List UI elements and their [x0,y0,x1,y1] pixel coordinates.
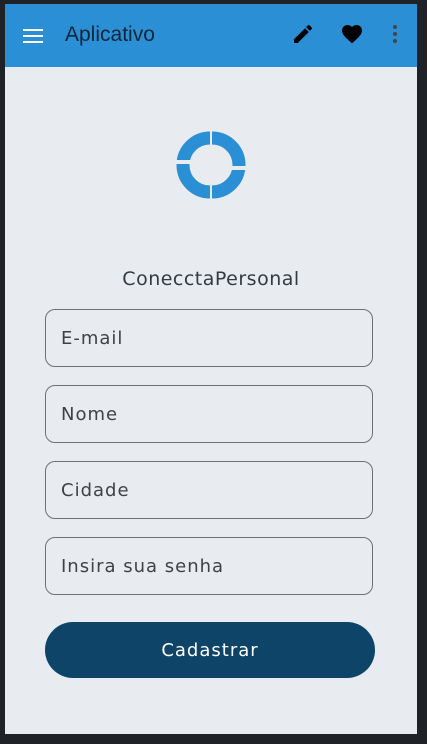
name-field[interactable] [46,386,372,442]
hamburger-menu-icon[interactable] [21,24,45,48]
window-border-bottom [0,734,427,744]
password-field-container [45,537,373,595]
app-title: Aplicativo [65,23,155,46]
city-field[interactable] [46,462,372,518]
register-button[interactable]: Cadastrar [45,622,375,678]
linked-c-logo [166,131,256,199]
password-field[interactable] [46,538,372,594]
email-field[interactable] [46,310,372,366]
window-border-right [417,0,427,744]
edit-pencil-icon[interactable] [291,22,315,48]
more-vertical-icon[interactable] [383,22,407,48]
heart-icon[interactable] [340,22,364,48]
name-field-container [45,385,373,443]
app-screen: Aplicativo ConecctaPersonal Cadastrar [5,4,417,734]
city-field-container [45,461,373,519]
brand-name: ConecctaPersonal [122,268,300,290]
app-bar: Aplicativo [5,4,417,67]
email-field-container [45,309,373,367]
